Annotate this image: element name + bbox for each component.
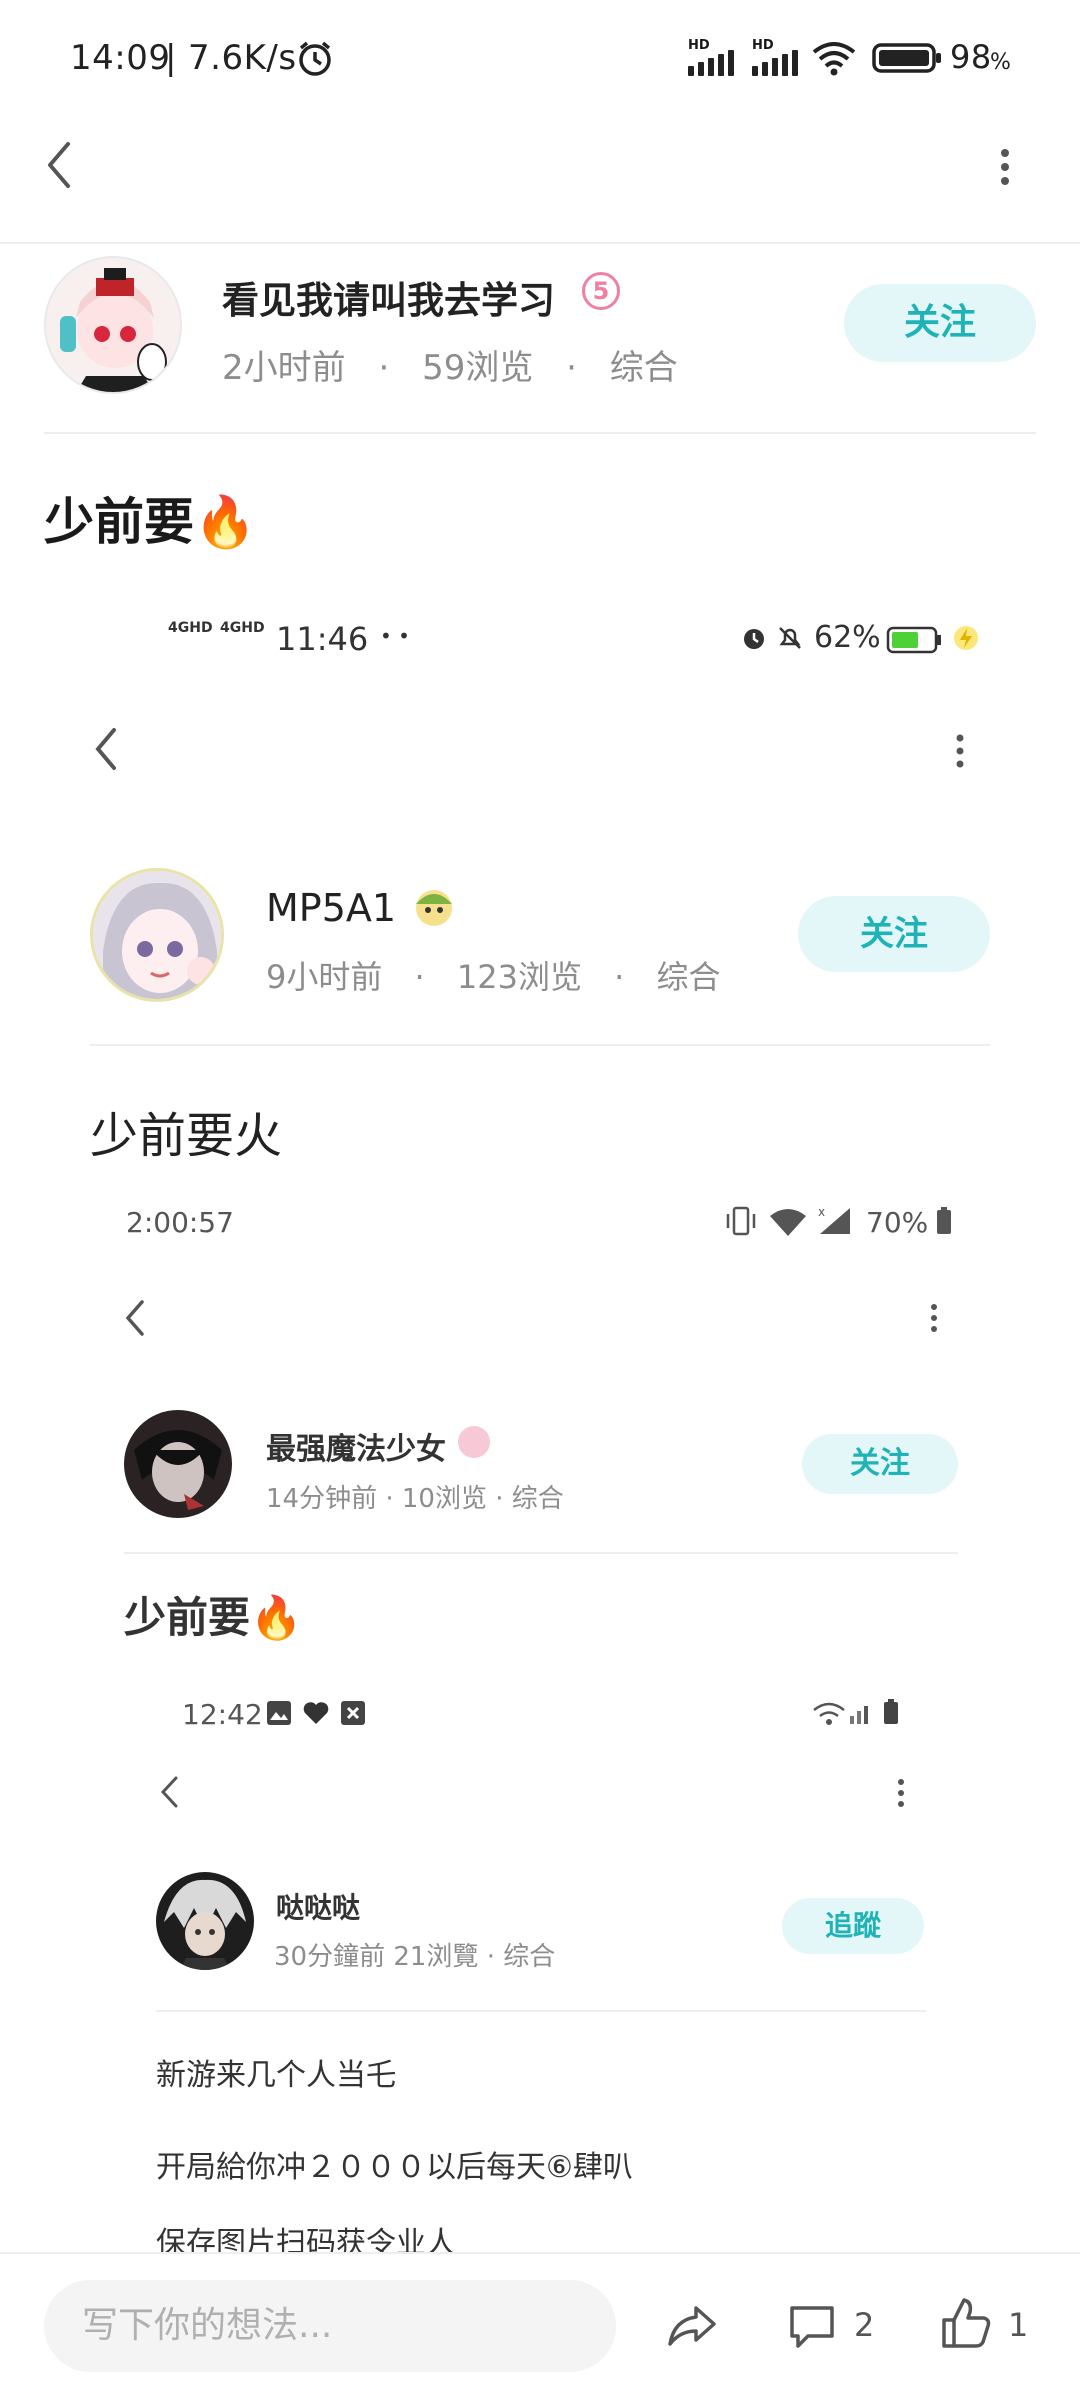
post-title: 少前要🔥 bbox=[44, 493, 257, 551]
follow-button[interactable]: 关注 bbox=[844, 284, 1036, 362]
nav-divider bbox=[0, 242, 1080, 244]
comment-icon bbox=[790, 2306, 834, 2348]
nested-mute-icon bbox=[776, 624, 804, 656]
share-icon bbox=[668, 2306, 716, 2346]
nested-network-2: 4GHD bbox=[220, 620, 265, 636]
nested-battery-icon-3 bbox=[882, 1698, 900, 1730]
nested-battery-1: 62% bbox=[814, 620, 881, 655]
nested-time-1: 11:46 bbox=[276, 620, 369, 658]
meta-separator: · bbox=[614, 958, 625, 996]
nested-status-bar-1: 4GHD 4GHD 11:46 • • 62% bbox=[168, 620, 988, 660]
post-time: 2小时前 bbox=[222, 348, 346, 388]
nested-time-2: 2:00:57 bbox=[126, 1206, 234, 1239]
nested-follow-button-1: 关注 bbox=[798, 896, 990, 972]
thumbs-up-icon bbox=[942, 2298, 991, 2348]
bottom-bar: 写下你的想法... 2 1 bbox=[0, 2252, 1080, 2400]
nested-author-emoji-1 bbox=[410, 882, 458, 934]
nested-more-icon-2 bbox=[926, 1302, 942, 1340]
share-button[interactable] bbox=[664, 2298, 720, 2354]
battery-value: 98 bbox=[950, 38, 992, 76]
nested-author-1: MP5A1 bbox=[266, 886, 397, 930]
status-separator: | bbox=[165, 38, 177, 78]
like-count: 1 bbox=[1008, 2306, 1029, 2344]
post-views: 59浏览 bbox=[422, 348, 534, 388]
nested-network-1: 4GHD bbox=[168, 620, 213, 636]
nested-author-2: 最强魔法少女 bbox=[266, 1432, 446, 1467]
nested-avatar-2 bbox=[124, 1410, 232, 1518]
battery-icon bbox=[872, 42, 944, 78]
nested-time-3: 12:42 bbox=[182, 1698, 263, 1731]
nested-back-icon-2 bbox=[122, 1296, 148, 1344]
nested-title-1: 少前要火 bbox=[90, 1108, 283, 1164]
nested-charging-icon bbox=[952, 624, 980, 656]
comment-button[interactable]: 2 bbox=[786, 2296, 896, 2356]
post-category[interactable]: 综合 bbox=[610, 348, 678, 388]
nested-vibrate-icon bbox=[724, 1206, 758, 1240]
nested-dots-1: • • bbox=[380, 624, 410, 648]
nested-alarm-icon bbox=[740, 624, 768, 656]
nested-wifi-icon-2 bbox=[768, 1208, 808, 1240]
meta-separator: · bbox=[378, 348, 390, 388]
nested-x-icon bbox=[340, 1700, 366, 1730]
meta-separator: · bbox=[566, 348, 577, 388]
nested-more-icon-1 bbox=[950, 732, 970, 776]
nested-signal-icon-2: x bbox=[816, 1204, 852, 1240]
nested-text-line-2: 开局給你冲２０００以后每天⑥肆叭 bbox=[156, 2150, 633, 2185]
nested-avatar-3 bbox=[156, 1872, 254, 1970]
nested-time-ago-1: 9小时前 bbox=[266, 958, 383, 996]
nested-divider-3 bbox=[156, 2010, 926, 2012]
nested-divider-2 bbox=[124, 1552, 958, 1554]
author-name[interactable]: 看见我请叫我去学习 bbox=[222, 270, 555, 324]
level-badge: 5 bbox=[582, 272, 620, 310]
nested-meta-2: 14分钟前 · 10浏览 · 综合 bbox=[266, 1484, 564, 1514]
nested-title-2: 少前要🔥 bbox=[124, 1593, 303, 1642]
comment-count: 2 bbox=[854, 2306, 875, 2344]
nested-meta-3: 30分鐘前 21浏覽 · 综合 bbox=[274, 1942, 556, 1972]
more-vertical-icon bbox=[1001, 149, 1009, 185]
chevron-left-icon bbox=[48, 142, 70, 188]
nested-wifi-icon-3 bbox=[812, 1702, 846, 1730]
nested-back-icon-3 bbox=[158, 1772, 180, 1816]
post-meta: 2小时前 · 59浏览 · 综合 bbox=[222, 340, 678, 389]
nested-divider-1 bbox=[90, 1044, 990, 1046]
like-button[interactable]: 1 bbox=[940, 2294, 1050, 2356]
nested-level-badge-2 bbox=[458, 1426, 490, 1458]
nested-heart-icon bbox=[302, 1700, 330, 1730]
svg-text:x: x bbox=[818, 1205, 825, 1219]
nested-more-icon-3 bbox=[894, 1778, 908, 1812]
nested-signal-icon-3 bbox=[848, 1700, 874, 1730]
more-menu-button[interactable] bbox=[990, 145, 1020, 190]
battery-unit: % bbox=[990, 50, 1011, 75]
nested-category-1: 综合 bbox=[656, 958, 721, 996]
nested-battery-2: 70% bbox=[866, 1206, 929, 1239]
nested-back-icon-1 bbox=[90, 724, 120, 778]
nested-avatar-1 bbox=[90, 868, 224, 1002]
status-network-speed: 7.6K/s bbox=[188, 38, 297, 78]
back-button[interactable] bbox=[40, 140, 80, 190]
author-avatar[interactable] bbox=[44, 256, 182, 394]
comment-input[interactable]: 写下你的想法... bbox=[44, 2280, 616, 2372]
status-time: 14:09 bbox=[70, 38, 171, 78]
nested-text-line-3: 保存图片扫码获令业人 bbox=[156, 2226, 456, 2254]
header-divider bbox=[44, 432, 1036, 434]
wifi-icon bbox=[810, 38, 858, 82]
nested-author-3: 哒哒哒 bbox=[276, 1891, 361, 1924]
alarm-icon bbox=[295, 38, 335, 82]
nested-meta-1: 9小时前 · 123浏览 · 综合 bbox=[266, 952, 721, 998]
nested-text-line-1: 新游来几个人当乇 bbox=[156, 2058, 396, 2093]
meta-separator: · bbox=[414, 958, 425, 996]
nested-battery-icon-1 bbox=[886, 626, 944, 658]
nested-follow-button-2: 关注 bbox=[802, 1434, 958, 1494]
nested-battery-icon-2 bbox=[934, 1206, 954, 1240]
nested-text-line-3-clipped: 保存图片扫码获令业人 bbox=[156, 2226, 856, 2254]
nested-follow-button-3: 追蹤 bbox=[782, 1898, 924, 1954]
nested-views-1: 123浏览 bbox=[456, 958, 582, 996]
nested-image-icon bbox=[266, 1700, 292, 1730]
level-badge-value: 5 bbox=[592, 277, 610, 305]
